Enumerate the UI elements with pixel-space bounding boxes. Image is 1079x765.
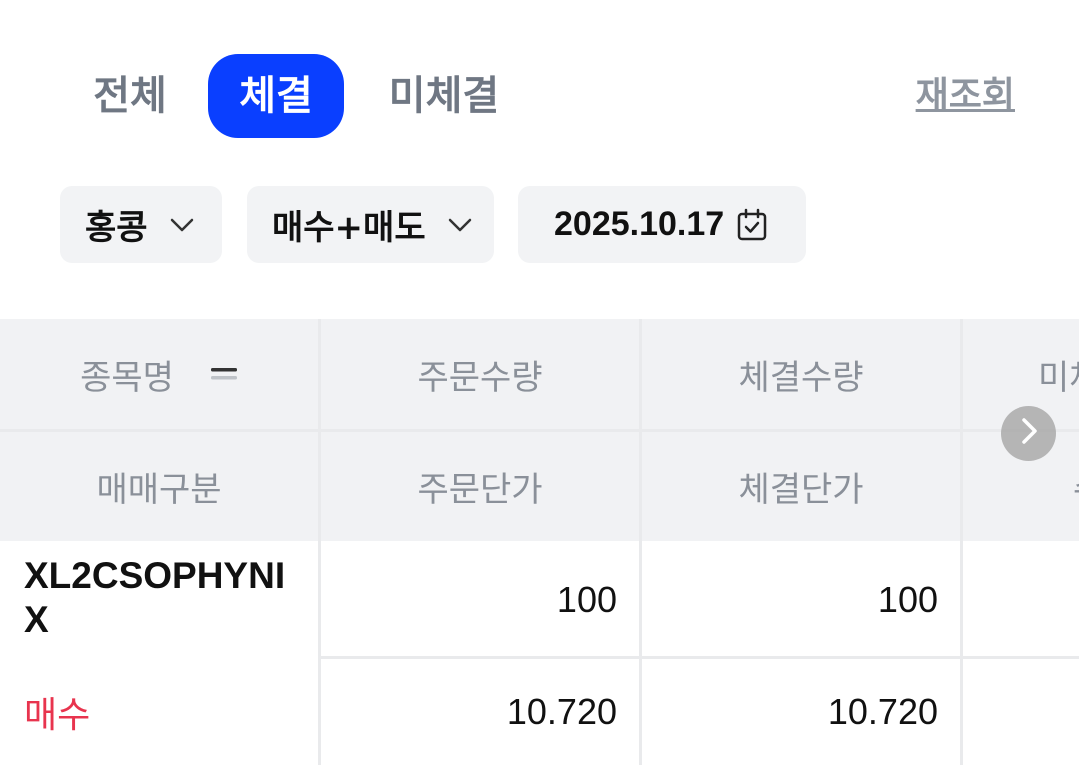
market-filter-label: 홍콩 (85, 208, 148, 248)
filled-price-cell: 10.720 (642, 659, 960, 765)
filled-qty-cell: 100 (642, 544, 960, 656)
order-table: 종목명 주문수량 체결수량 미체 매매구분 주문단가 체결단가 수 XL2CSO… (0, 319, 1079, 765)
tab-bar: 전체 체결 미체결 재조회 (0, 54, 1079, 138)
column-divider (639, 319, 642, 765)
tab-all[interactable]: 전체 (80, 54, 180, 138)
order-qty-cell: 100 (321, 544, 639, 656)
tab-unfilled[interactable]: 미체결 (376, 54, 512, 138)
chevron-right-icon (1018, 416, 1040, 451)
calendar-check-icon (736, 208, 770, 242)
side-filter-label: 매수+매도 (272, 208, 426, 248)
date-filter-label: 2025.10.17 (554, 205, 725, 243)
trade-side-cell: 매수 (0, 659, 318, 765)
filter-bar: 홍콩 매수+매도 2025.10.17 (0, 186, 1079, 263)
column-divider (960, 319, 963, 765)
tab-filled[interactable]: 체결 (208, 54, 344, 138)
market-filter[interactable]: 홍콩 (60, 186, 222, 263)
header-stock-name[interactable]: 종목명 (0, 319, 318, 429)
stock-name-cell[interactable]: XL2CSOPHYNIX (0, 544, 318, 656)
row-divider (321, 656, 1079, 659)
chevron-down-icon (448, 213, 472, 237)
header-order-qty: 주문수량 (321, 319, 639, 429)
order-price-cell: 10.720 (321, 659, 639, 765)
header-trade-type: 매매구분 (0, 432, 318, 541)
sort-icon[interactable] (210, 364, 238, 384)
row-divider (0, 429, 1079, 432)
date-filter[interactable]: 2025.10.17 (518, 186, 806, 263)
header-stock-name-label: 종목명 (80, 357, 174, 398)
scroll-next-button[interactable] (1001, 406, 1056, 461)
header-filled-qty: 체결수량 (642, 319, 960, 429)
header-filled-price: 체결단가 (642, 432, 960, 541)
header-order-price: 주문단가 (321, 432, 639, 541)
side-filter[interactable]: 매수+매도 (247, 186, 494, 263)
refresh-link[interactable]: 재조회 (916, 54, 1015, 138)
column-divider (318, 319, 321, 765)
chevron-down-icon (170, 213, 194, 237)
